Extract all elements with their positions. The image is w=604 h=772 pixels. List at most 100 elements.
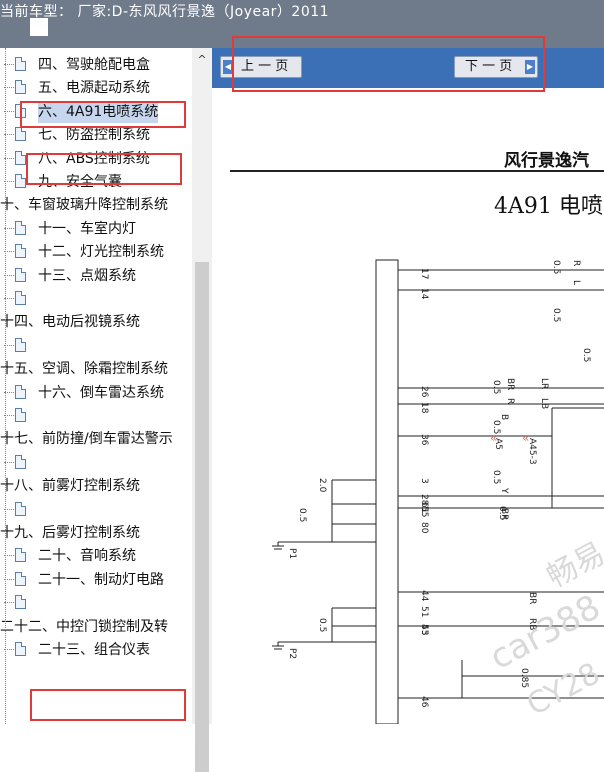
tree-item-label: 十九、后雾灯控制系统 bbox=[0, 525, 140, 541]
tree-item-label: 二十一、制动灯电路 bbox=[38, 571, 164, 588]
document-icon bbox=[15, 267, 26, 282]
wire-code-label: L bbox=[571, 280, 581, 285]
document-icon bbox=[15, 571, 26, 586]
tree-item[interactable]: 十四、电动后视镜系统 bbox=[0, 311, 192, 335]
tree-guide-line bbox=[5, 48, 6, 724]
highlight-box-item-6 bbox=[20, 101, 186, 128]
scroll-up-arrow-icon[interactable]: ^ bbox=[195, 54, 209, 66]
wire-code-label: BR bbox=[505, 378, 515, 390]
tree-item[interactable] bbox=[0, 499, 192, 523]
pin-label: 45 bbox=[419, 624, 429, 635]
wire-code-label: BR bbox=[499, 508, 509, 520]
document-icon bbox=[15, 454, 26, 469]
tree-item-label: 二十三、组合仪表 bbox=[38, 642, 150, 658]
tree-item[interactable]: 十、车窗玻璃升降控制系统 bbox=[0, 194, 192, 218]
wire-size-label: 0.5 bbox=[297, 508, 307, 522]
tree-item[interactable]: 十一、车室内灯 bbox=[0, 218, 192, 242]
wire-code-label: Y bbox=[499, 487, 509, 494]
chapter-tree[interactable]: 四、驾驶舱配电盒 五、电源起动系统 六、4A91电喷系统 七、防盗控制系统 八、ABS控… bbox=[0, 48, 192, 724]
document-icon bbox=[15, 150, 26, 165]
ground-label: P2 bbox=[287, 648, 297, 659]
tree-item-label: 十二、灯光控制系统 bbox=[38, 244, 164, 261]
highlight-box-nav bbox=[232, 36, 545, 92]
document-icon bbox=[15, 548, 26, 563]
tree-item[interactable] bbox=[0, 405, 192, 429]
pin-label: 18 bbox=[419, 402, 429, 414]
wire-code-label: LB bbox=[539, 398, 549, 409]
ecu-connector-block bbox=[375, 259, 399, 724]
tree-item[interactable]: 十七、前防撞/倒车雷达警示 bbox=[0, 428, 192, 452]
watermark-line-1: 畅易 bbox=[541, 536, 604, 595]
document-icon bbox=[15, 291, 26, 305]
tree-item[interactable]: 五、电源起动系统 bbox=[0, 77, 192, 101]
document-icon bbox=[15, 127, 26, 142]
wire-size-label: 0.5 bbox=[551, 260, 561, 274]
tree-item[interactable]: 二十二、中控门锁控制及转 bbox=[0, 616, 192, 640]
pin-label: 14 bbox=[419, 288, 429, 300]
tree-item[interactable] bbox=[0, 335, 192, 359]
tree-item[interactable]: 二十三、组合仪表 bbox=[0, 639, 192, 663]
document-icon bbox=[15, 174, 26, 188]
window-icon[interactable] bbox=[30, 18, 48, 36]
wire-size-label: 0.5 bbox=[491, 420, 501, 434]
tree-item-label: 二十二、中控门锁控制及转 bbox=[0, 618, 168, 635]
document-icon bbox=[15, 501, 26, 516]
wire-size-label: 0.85 bbox=[519, 668, 529, 688]
tree-item-label: 十五、空调、除霜控制系统 bbox=[0, 361, 168, 378]
tree-item[interactable]: 二十一、制动灯电路 bbox=[0, 569, 192, 593]
tree-item[interactable] bbox=[0, 452, 192, 476]
tree-item-label: 十七、前防撞/倒车雷达警示 bbox=[0, 431, 173, 448]
document-icon bbox=[15, 80, 26, 95]
pin-label: 28 bbox=[419, 494, 429, 506]
document-icon bbox=[15, 244, 26, 259]
wire-code-label: B bbox=[499, 414, 509, 420]
tree-item[interactable]: 四、驾驶舱配电盒 bbox=[0, 54, 192, 78]
highlight-box-item-23 bbox=[30, 689, 186, 721]
pin-label: 55 bbox=[419, 506, 429, 517]
tree-item-label: 四、驾驶舱配电盒 bbox=[38, 57, 150, 73]
title-rule bbox=[230, 170, 604, 172]
pin-label: 26 bbox=[419, 386, 429, 398]
tree-scrollbar[interactable]: ^ bbox=[192, 48, 212, 772]
tree-item[interactable]: 二十、音响系统 bbox=[0, 545, 192, 569]
wire-size-label: 0.5 bbox=[581, 348, 591, 362]
wiring-diagram: « « 17142618363618028555153444546P1P20.5… bbox=[272, 259, 604, 724]
highlight-box-item-8 bbox=[26, 153, 182, 185]
tree-item[interactable]: 十三、点烟系统 bbox=[0, 265, 192, 289]
wire-code-label: R bbox=[571, 260, 581, 266]
tree-item-label: 二十、音响系统 bbox=[38, 548, 136, 565]
tree-item[interactable] bbox=[0, 288, 192, 312]
pin-label: 80 bbox=[419, 522, 429, 534]
tree-item[interactable] bbox=[0, 592, 192, 616]
pin-label: 51 bbox=[419, 606, 429, 617]
tree-item-label: 十八、前雾灯控制系统 bbox=[0, 478, 140, 495]
wire-code-label: A45-3 bbox=[527, 438, 537, 465]
tree-item[interactable]: 十八、前雾灯控制系统 bbox=[0, 475, 192, 499]
document-viewer: ◀ 上 一 页 下 一 页 ▶ 风行景逸汽 4A91 电喷 « « 17 14 … bbox=[212, 36, 604, 724]
tree-item[interactable]: 十六、倒车雷达系统 bbox=[0, 382, 192, 406]
pin-label: 46 bbox=[419, 696, 429, 708]
tree-item-label: 五、电源起动系统 bbox=[38, 80, 150, 97]
wire-size-label: 0.5 bbox=[317, 618, 327, 632]
tree-item-label: 十一、车室内灯 bbox=[38, 220, 136, 237]
wire-size-label: 0.5 bbox=[491, 470, 501, 484]
document-icon bbox=[15, 642, 26, 656]
document-title: 风行景逸汽 bbox=[504, 151, 589, 171]
wire-code-label: BR bbox=[527, 592, 537, 604]
watermark: 畅易 car388 CY28 bbox=[483, 536, 604, 723]
wire-size-label: 2.0 bbox=[317, 478, 327, 493]
wire-size-label: 0.5 bbox=[491, 380, 501, 394]
pin-label: 44 bbox=[419, 590, 429, 602]
tree-item[interactable]: 十五、空调、除霜控制系统 bbox=[0, 358, 192, 382]
scroll-thumb[interactable] bbox=[195, 262, 209, 772]
tree-item[interactable]: 十九、后雾灯控制系统 bbox=[0, 522, 192, 546]
tree-item-label: 十六、倒车雷达系统 bbox=[38, 384, 164, 401]
wire-code-label: A5 bbox=[493, 438, 503, 450]
document-icon bbox=[15, 595, 26, 610]
wire-code-label: R bbox=[505, 398, 515, 404]
tree-item[interactable]: 十二、灯光控制系统 bbox=[0, 241, 192, 265]
watermark-line-3: CY28 bbox=[521, 656, 604, 723]
ground-label: P1 bbox=[287, 548, 297, 559]
window-title: 当前车型： 厂家:D-东风风行景逸（Joyear）2011 bbox=[0, 4, 330, 20]
pin-label: 36 bbox=[419, 434, 429, 446]
